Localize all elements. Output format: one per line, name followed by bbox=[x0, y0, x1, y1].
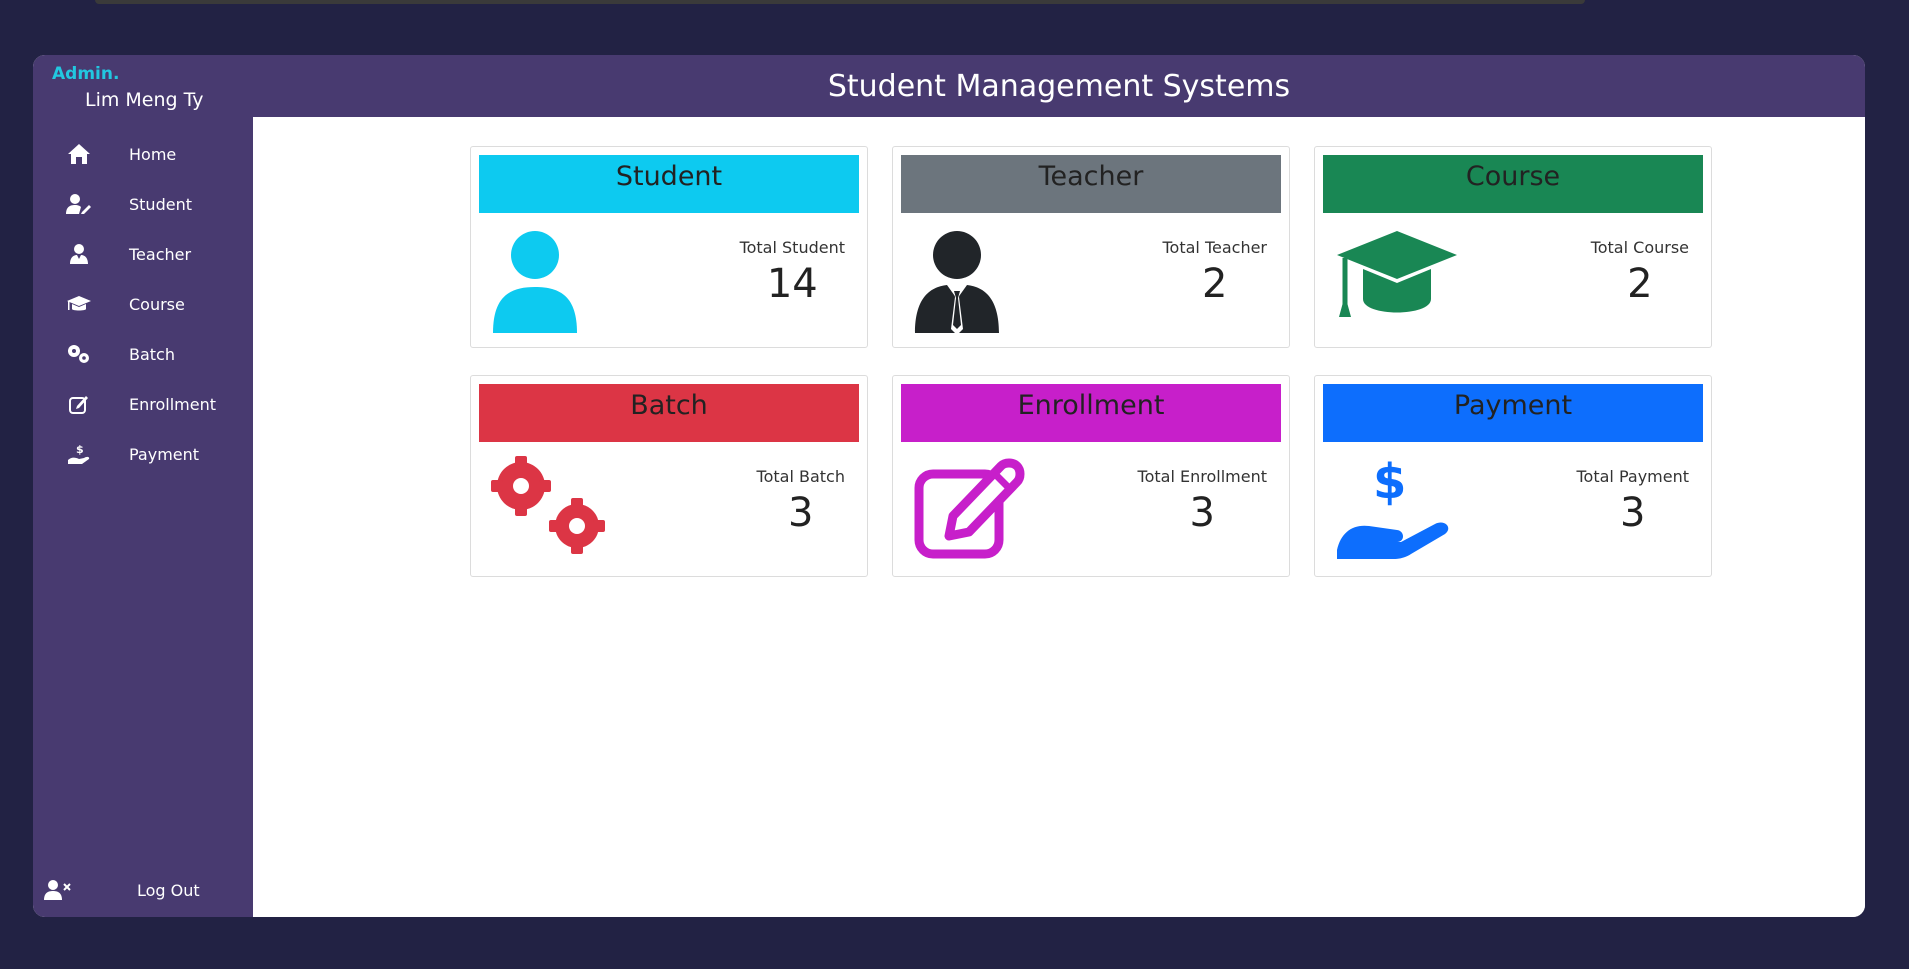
sidebar-item-label: Enrollment bbox=[129, 394, 216, 414]
sidebar-item-batch[interactable]: Batch bbox=[33, 329, 253, 379]
stat-card-student[interactable]: Student Total Student 14 bbox=[470, 146, 868, 348]
card-title: Enrollment bbox=[1017, 390, 1165, 421]
stat-value: 2 bbox=[1202, 261, 1228, 307]
stat-value: 3 bbox=[1620, 490, 1646, 536]
stat-card-teacher[interactable]: Teacher Total Teacher 2 bbox=[892, 146, 1290, 348]
sidebar-nav: Home Student Teacher Course Batch Enroll… bbox=[33, 129, 253, 479]
admin-name: Lim Meng Ty bbox=[85, 89, 204, 111]
sidebar-item-label: Batch bbox=[129, 344, 175, 364]
stat-value: 3 bbox=[788, 490, 814, 536]
sidebar: Admin. Lim Meng Ty Home Student Teacher bbox=[33, 55, 253, 917]
logout-button[interactable]: Log Out bbox=[33, 870, 253, 910]
stat-card-batch[interactable]: Batch Total Batch 3 bbox=[470, 375, 868, 577]
stat-label: Total Payment bbox=[1576, 467, 1690, 486]
stat-value: 14 bbox=[766, 261, 818, 307]
user-edit-icon bbox=[65, 192, 93, 216]
stat-label: Total Student bbox=[739, 238, 845, 257]
stat-value: 2 bbox=[1627, 261, 1653, 307]
stat-label: Total Batch bbox=[756, 467, 845, 486]
stat-card-enrollment[interactable]: Enrollment Total Enrollment 3 bbox=[892, 375, 1290, 577]
stat-label: Total Enrollment bbox=[1137, 467, 1267, 486]
app-window: Admin. Lim Meng Ty Home Student Teacher bbox=[33, 55, 1865, 917]
stat-card-payment[interactable]: Payment $ Total Payment 3 bbox=[1314, 375, 1712, 577]
stat-value: 3 bbox=[1189, 490, 1215, 536]
stat-block: Total Teacher 2 bbox=[1162, 238, 1267, 307]
stat-label: Total Course bbox=[1590, 238, 1689, 257]
card-header: Payment bbox=[1323, 384, 1703, 442]
edit-icon bbox=[65, 392, 93, 416]
sidebar-item-label: Student bbox=[129, 194, 192, 214]
stat-block: Total Payment 3 bbox=[1577, 467, 1690, 536]
card-header: Course bbox=[1323, 155, 1703, 213]
page-title: Student Management Systems bbox=[827, 68, 1291, 104]
stat-block: Total Enrollment 3 bbox=[1138, 467, 1267, 536]
graduation-cap-icon bbox=[65, 292, 93, 316]
stat-block: Total Course 2 bbox=[1591, 238, 1689, 307]
hand-dollar-icon: $ bbox=[1335, 454, 1465, 564]
card-header: Batch bbox=[479, 384, 859, 442]
browser-top-strip bbox=[95, 0, 1585, 4]
svg-text:$: $ bbox=[1373, 454, 1406, 510]
gears-icon bbox=[65, 342, 93, 366]
card-title: Course bbox=[1465, 161, 1561, 192]
card-header: Enrollment bbox=[901, 384, 1281, 442]
stat-block: Total Batch 3 bbox=[757, 467, 845, 536]
sidebar-item-payment[interactable]: $ Payment bbox=[33, 429, 253, 479]
card-title: Teacher bbox=[1038, 161, 1144, 192]
user-tie-icon bbox=[913, 225, 1043, 335]
sidebar-item-course[interactable]: Course bbox=[33, 279, 253, 329]
sidebar-item-home[interactable]: Home bbox=[33, 129, 253, 179]
logout-label: Log Out bbox=[137, 880, 200, 900]
card-title: Payment bbox=[1453, 390, 1573, 421]
sidebar-item-student[interactable]: Student bbox=[33, 179, 253, 229]
user-times-icon bbox=[43, 878, 73, 902]
sidebar-item-label: Teacher bbox=[129, 244, 192, 264]
sidebar-item-teacher[interactable]: Teacher bbox=[33, 229, 253, 279]
svg-text:$: $ bbox=[76, 443, 84, 456]
dashboard-main: Student Total Student 14 Teacher Total T… bbox=[253, 117, 1865, 917]
card-title: Student bbox=[615, 161, 723, 192]
stat-label: Total Teacher bbox=[1162, 238, 1267, 257]
user-tie-icon bbox=[65, 242, 93, 266]
card-header: Student bbox=[479, 155, 859, 213]
user-icon bbox=[491, 225, 621, 335]
sidebar-item-label: Home bbox=[129, 144, 177, 164]
sidebar-item-label: Payment bbox=[129, 444, 200, 464]
graduation-cap-icon bbox=[1335, 225, 1465, 335]
sidebar-item-enrollment[interactable]: Enrollment bbox=[33, 379, 253, 429]
edit-icon bbox=[913, 454, 1043, 564]
card-title: Batch bbox=[630, 390, 708, 421]
sidebar-item-label: Course bbox=[129, 294, 185, 314]
admin-role-label: Admin. bbox=[52, 64, 120, 84]
hand-dollar-icon: $ bbox=[65, 442, 93, 466]
gears-icon bbox=[491, 454, 621, 564]
stat-card-course[interactable]: Course Total Course 2 bbox=[1314, 146, 1712, 348]
stat-block: Total Student 14 bbox=[740, 238, 845, 307]
home-icon bbox=[65, 142, 93, 166]
card-header: Teacher bbox=[901, 155, 1281, 213]
page-header: Student Management Systems bbox=[253, 55, 1865, 117]
